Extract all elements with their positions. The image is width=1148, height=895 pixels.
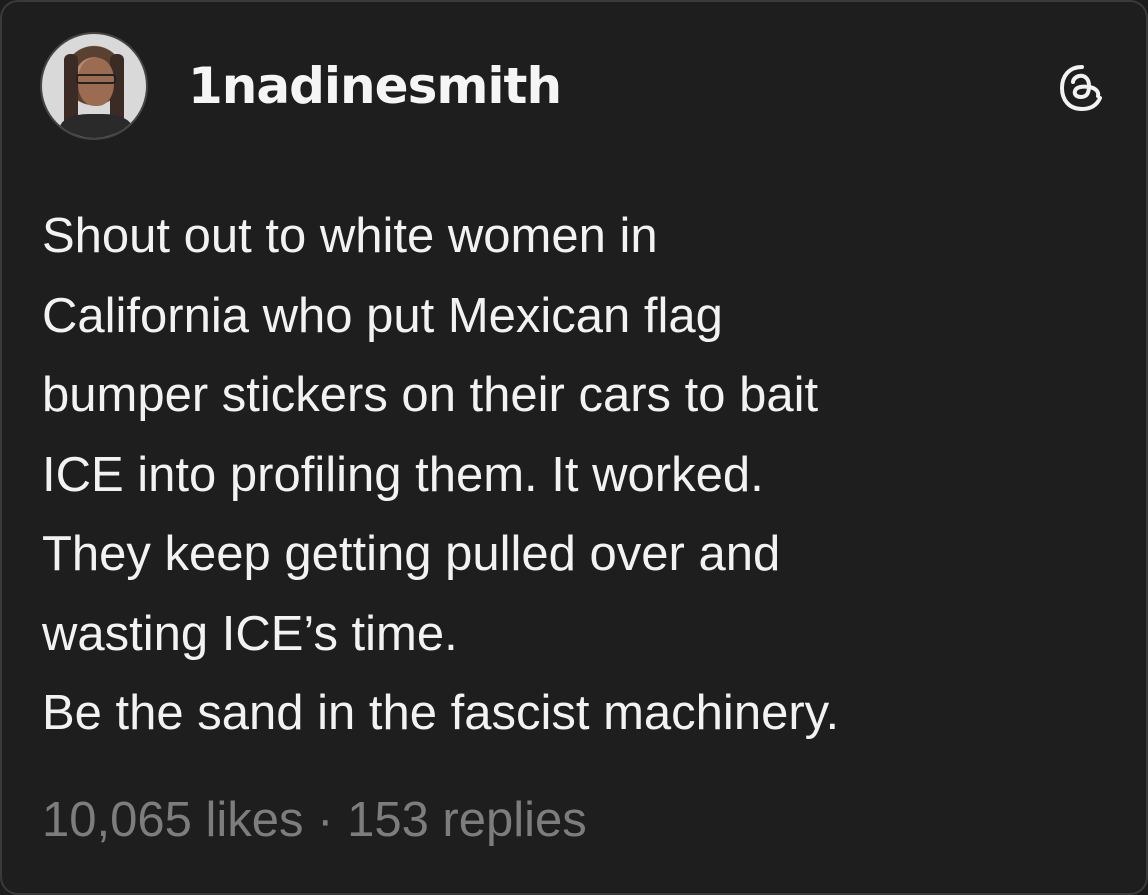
threads-post-card: 1nadinesmith Shout out to white women in… bbox=[0, 0, 1148, 895]
post-line: Shout out to white women in bbox=[42, 209, 658, 263]
post-line: wasting ICE’s time. bbox=[42, 606, 458, 661]
avatar-shirt bbox=[60, 114, 132, 138]
stats-separator: · bbox=[303, 793, 348, 847]
likes-count[interactable]: 10,065 likes bbox=[42, 793, 304, 847]
post-header: 1nadinesmith bbox=[40, 30, 1108, 142]
post-line: California who put Mexican flag bbox=[42, 288, 723, 343]
replies-count[interactable]: 153 replies bbox=[347, 793, 587, 847]
threads-logo-icon[interactable] bbox=[1058, 64, 1106, 112]
username[interactable]: 1nadinesmith bbox=[188, 57, 562, 115]
post-line: bumper stickers on their cars to bait bbox=[42, 368, 819, 422]
post-line: ICE into profiling them. It worked. bbox=[42, 447, 764, 502]
avatar-glasses bbox=[76, 74, 116, 84]
post-line: They keep getting pulled over and bbox=[42, 527, 781, 581]
avatar[interactable] bbox=[40, 32, 148, 140]
post-stats: 10,065 likes · 153 replies bbox=[42, 792, 587, 848]
post-body: Shout out to white women in California w… bbox=[42, 197, 1116, 754]
post-line: Be the sand in the fascist machinery. bbox=[42, 686, 840, 740]
